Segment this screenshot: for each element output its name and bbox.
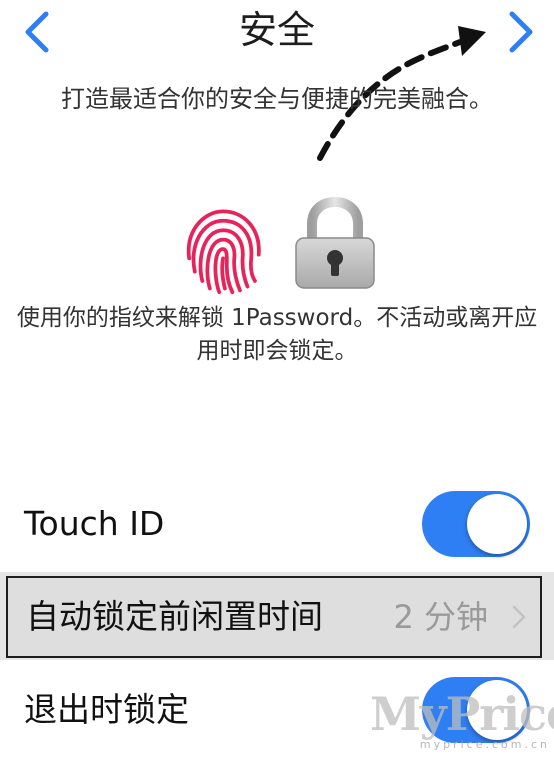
lock-on-exit-toggle[interactable] <box>422 677 530 743</box>
chevron-right-icon <box>512 605 526 629</box>
touch-id-toggle[interactable] <box>422 491 530 557</box>
chevron-right-icon <box>509 11 533 53</box>
fingerprint-icon <box>186 209 261 295</box>
touch-id-row: Touch ID <box>0 482 554 566</box>
toggle-knob <box>467 494 527 554</box>
auto-lock-label: 自动锁定前闲置时间 <box>26 597 323 636</box>
forward-button[interactable] <box>500 8 540 56</box>
lock-on-exit-row: 退出时锁定 <box>0 668 554 752</box>
touch-id-label: Touch ID <box>24 504 165 543</box>
description-text: 使用你的指纹来解锁 1Password。不活动或离开应用时即会锁定。 <box>16 305 538 364</box>
padlock-icon <box>295 196 375 289</box>
lock-on-exit-label: 退出时锁定 <box>24 690 189 729</box>
intro-text: 打造最适合你的安全与便捷的完美融合。 <box>61 85 493 113</box>
auto-lock-row[interactable]: 自动锁定前闲置时间 2 分钟 <box>0 572 554 660</box>
auto-lock-value: 2 分钟 <box>393 598 488 636</box>
auto-lock-row-highlight: 自动锁定前闲置时间 2 分钟 <box>6 576 542 658</box>
toggle-knob <box>467 680 527 740</box>
